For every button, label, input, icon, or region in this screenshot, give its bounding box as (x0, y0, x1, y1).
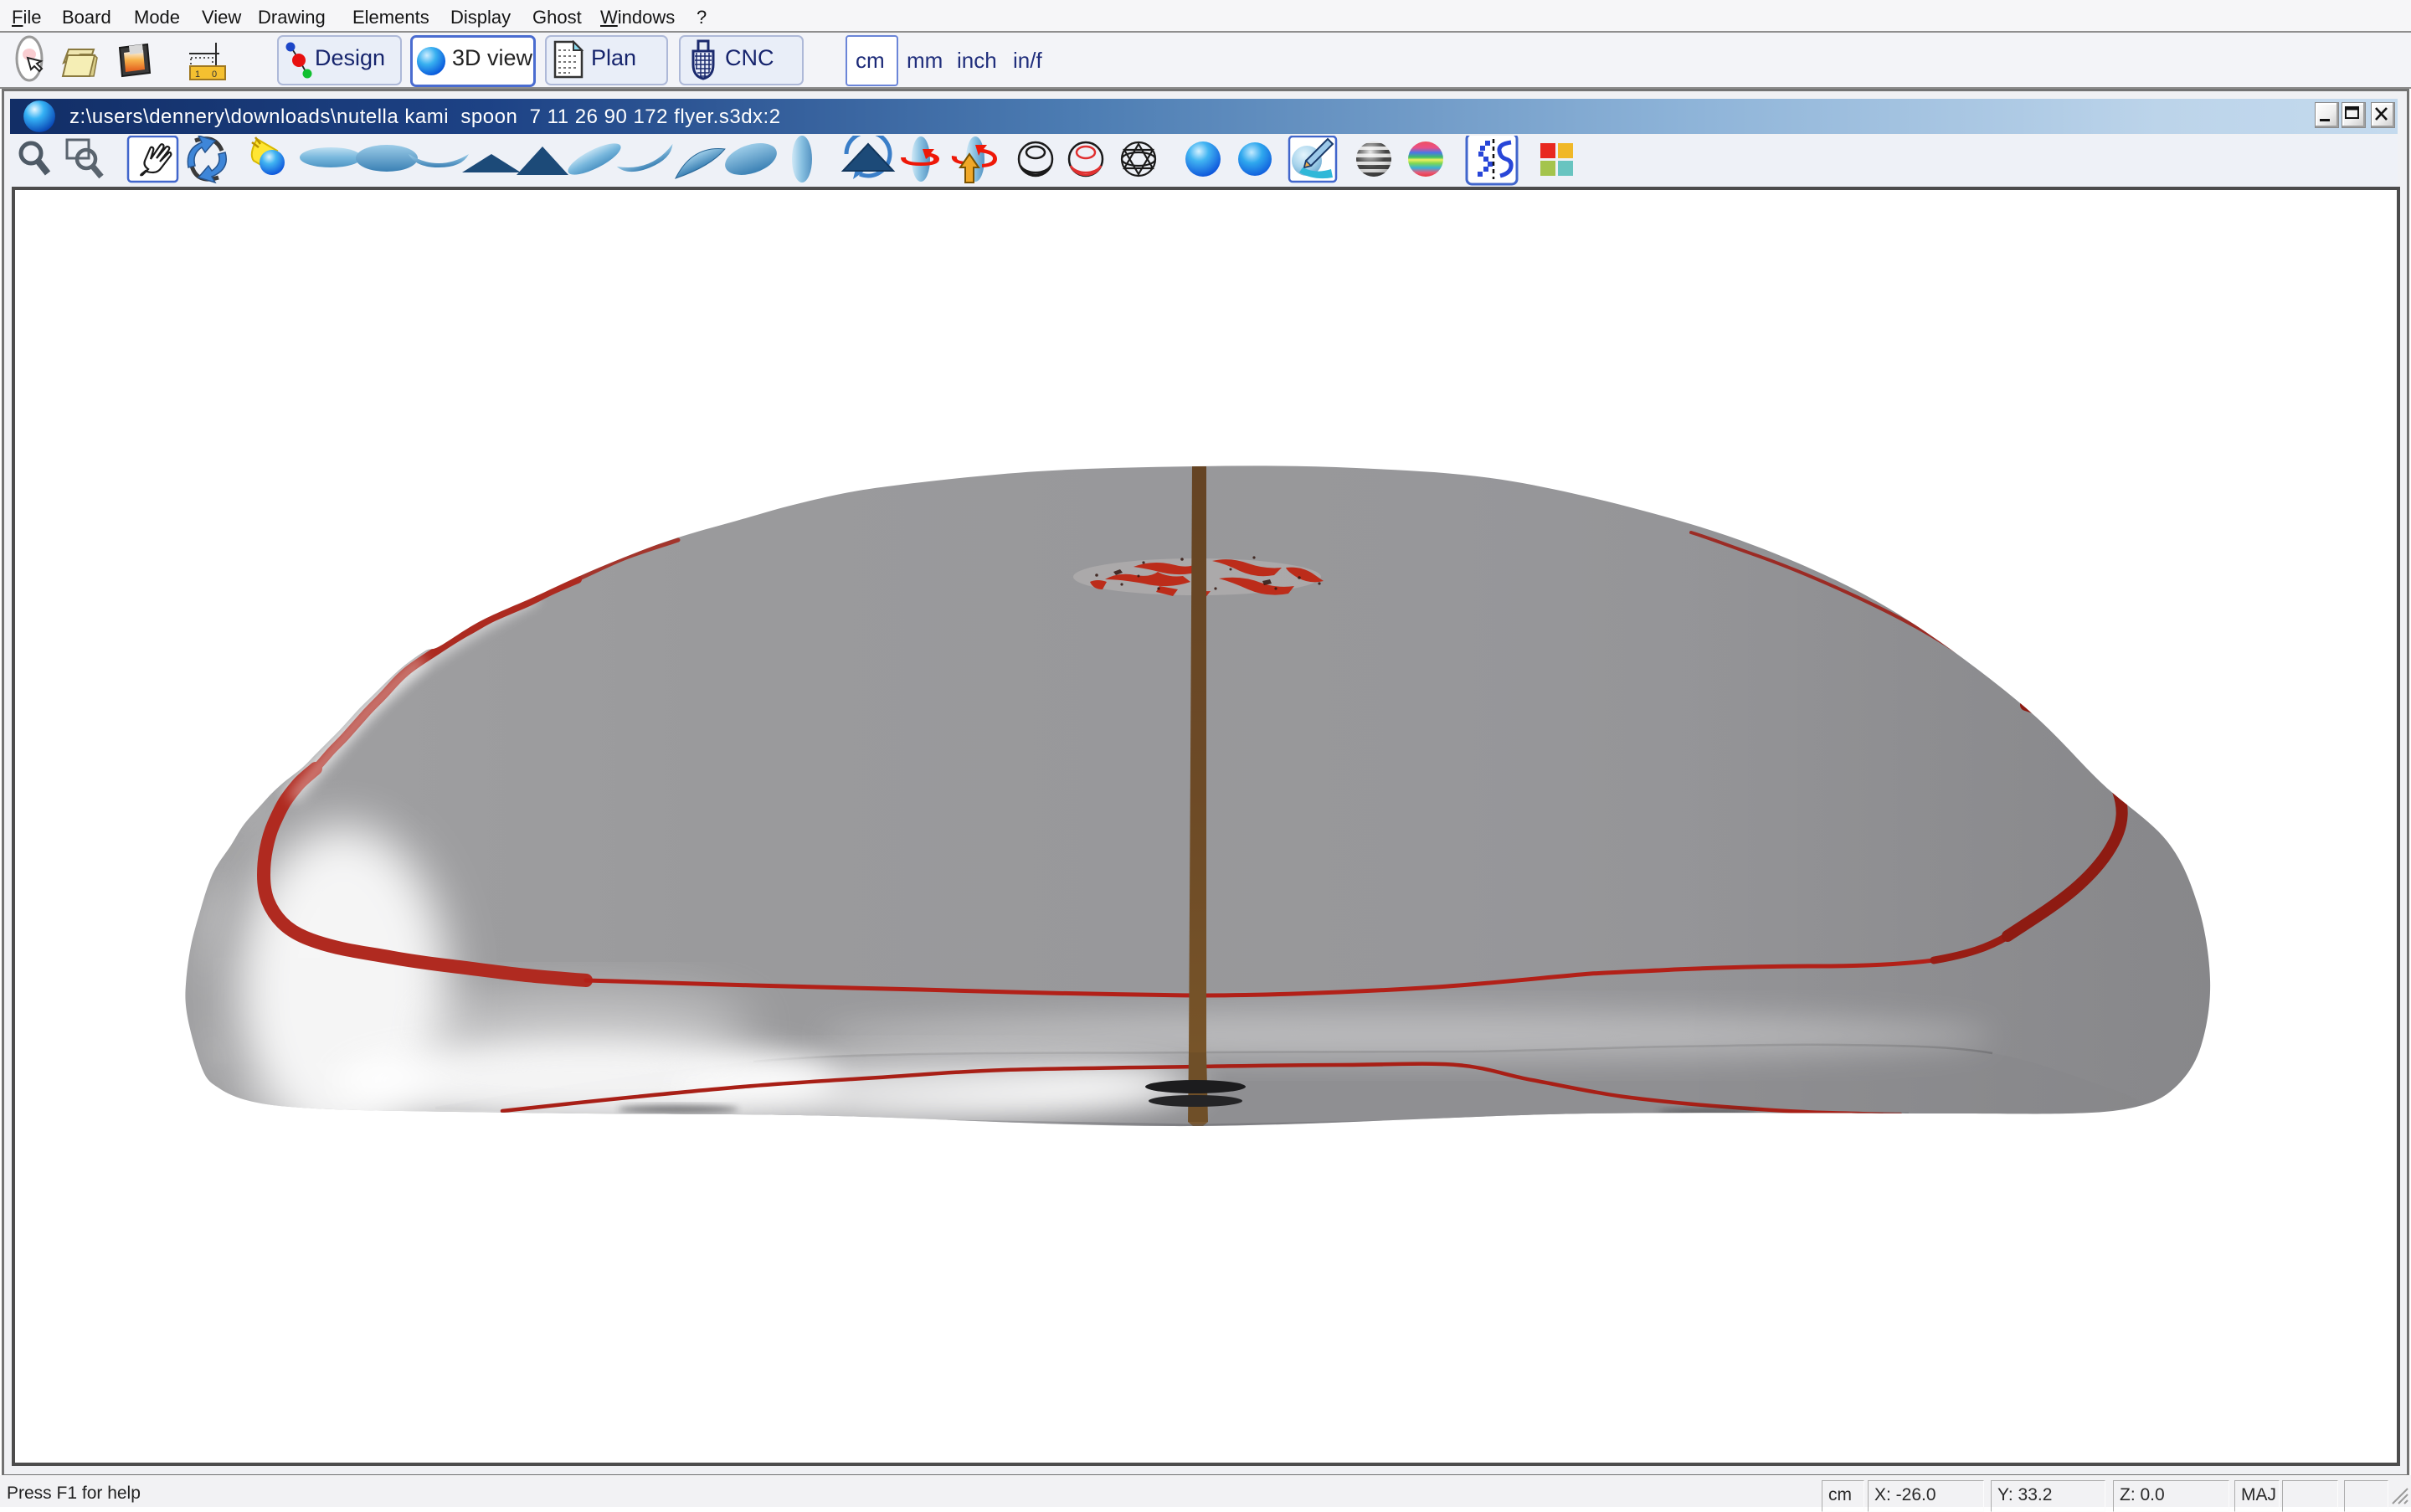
svg-text:0: 0 (212, 69, 217, 80)
svg-text:1: 1 (195, 69, 200, 80)
